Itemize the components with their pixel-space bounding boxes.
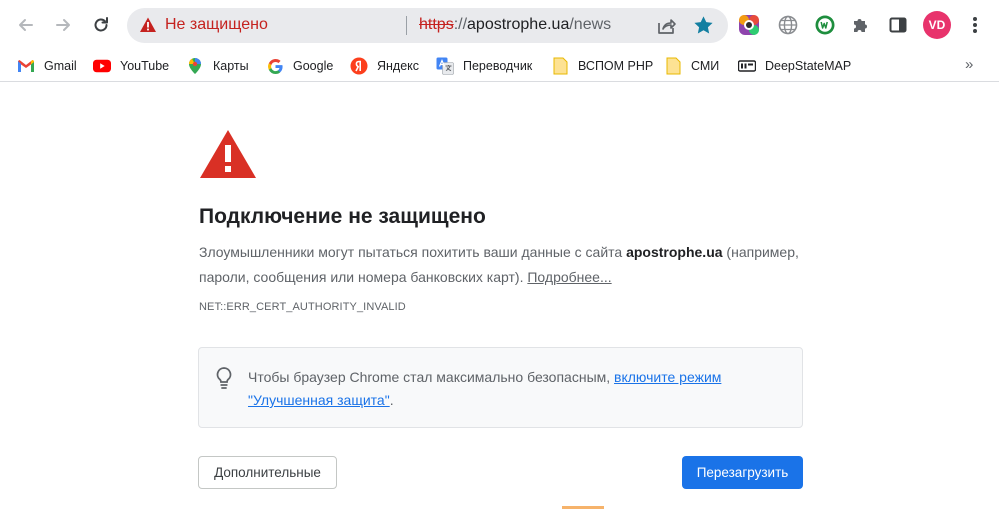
reload-icon (94, 17, 108, 32)
puzzle-icon (854, 19, 867, 32)
bookmark-translate[interactable]: Переводчик (436, 54, 532, 78)
reload-button[interactable]: Перезагрузить (682, 456, 803, 489)
bookmark-yandex[interactable]: Яндекс (350, 54, 419, 78)
extension-colorful-icon[interactable] (737, 13, 761, 37)
reload-page-button[interactable] (84, 8, 118, 42)
globe-icon (778, 15, 798, 35)
security-status-label[interactable]: Не защищено (165, 16, 268, 34)
url-path: /news (569, 16, 612, 33)
enhanced-protection-tip: Чтобы браузер Chrome стал максимально бе… (198, 347, 803, 428)
side-panel-icon (889, 17, 907, 33)
learn-more-link[interactable]: Подробнее... (527, 269, 611, 285)
bookmark-star-icon[interactable] (692, 14, 715, 37)
bookmark-label: YouTube (120, 59, 170, 73)
gmail-icon (17, 57, 35, 75)
url-separator: :// (453, 16, 468, 33)
bookmark-deepstatemap[interactable]: DeepStateMAP (738, 54, 851, 78)
page-title: Подключение не защищено (199, 205, 486, 228)
bookmark-gmail[interactable]: Gmail (17, 54, 77, 78)
bookmark-folder-smi[interactable]: СМИ (664, 54, 719, 78)
folder-icon (664, 57, 682, 75)
folder-icon (551, 57, 569, 75)
bookmark-maps[interactable]: Карты (186, 54, 249, 78)
bookmarks-overflow-button[interactable]: » (965, 56, 973, 73)
bookmark-label: DeepStateMAP (765, 59, 852, 73)
bookmark-label: ВСПОМ PHP (578, 59, 654, 73)
warning-triangle-icon (200, 130, 256, 178)
yandex-icon (350, 57, 368, 75)
youtube-icon (93, 57, 111, 75)
address-bar[interactable]: Не защищено https://apostrophe.ua/news (127, 8, 728, 43)
chrome-menu-button[interactable] (963, 13, 987, 37)
url-host: apostrophe.ua (467, 16, 570, 33)
bookmarks-bar: Gmail YouTube Карты Google Яндекс Перево… (0, 50, 999, 82)
share-icon[interactable] (655, 15, 677, 37)
deepstate-icon (738, 57, 756, 75)
whatsapp-w-icon (815, 15, 835, 35)
url-scheme: https (419, 16, 454, 33)
description-text: Злоумышленники могут пытаться похитить в… (199, 244, 627, 260)
extension-whatsapp-icon[interactable] (813, 13, 837, 37)
profile-avatar[interactable]: VD (923, 11, 951, 39)
bookmark-label: Яндекс (377, 59, 420, 73)
colorful-ring-icon (739, 15, 759, 35)
bookmark-label: Gmail (44, 59, 77, 73)
three-dots-vertical-icon (973, 17, 977, 33)
warning-triangle-icon[interactable] (139, 16, 157, 34)
maps-pin-icon (186, 57, 204, 75)
back-button[interactable] (9, 8, 43, 42)
bookmark-youtube[interactable]: YouTube (93, 54, 169, 78)
translate-icon (436, 57, 454, 75)
address-divider (406, 16, 407, 35)
arrow-right-icon (56, 19, 70, 31)
site-name: apostrophe.ua (626, 244, 723, 260)
tip-text: Чтобы браузер Chrome стал максимально бе… (248, 366, 788, 412)
forward-button[interactable] (46, 8, 80, 42)
extensions-puzzle-button[interactable] (849, 13, 873, 37)
bookmark-google[interactable]: Google (266, 54, 333, 78)
url-text[interactable]: https://apostrophe.ua/news (419, 16, 611, 34)
bookmark-label: СМИ (691, 59, 720, 73)
tip-text-end: . (389, 392, 394, 408)
bookmark-label: Google (293, 59, 334, 73)
extension-globe-icon[interactable] (776, 13, 800, 37)
bookmark-label: Карты (213, 59, 249, 73)
browser-toolbar: Не защищено https://apostrophe.ua/news V… (0, 0, 999, 50)
side-panel-button[interactable] (886, 13, 910, 37)
warning-description: Злоумышленники могут пытаться похитить в… (199, 240, 809, 290)
bookmark-label: Переводчик (463, 59, 533, 73)
bookmark-folder-vspom[interactable]: ВСПОМ PHP (551, 54, 653, 78)
error-code[interactable]: NET::ERR_CERT_AUTHORITY_INVALID (199, 301, 406, 313)
lightbulb-icon (216, 367, 232, 389)
tip-text-start: Чтобы браузер Chrome стал максимально бе… (248, 369, 615, 385)
arrow-left-icon (19, 19, 33, 31)
advanced-button[interactable]: Дополнительные (198, 456, 337, 489)
google-icon (266, 57, 284, 75)
